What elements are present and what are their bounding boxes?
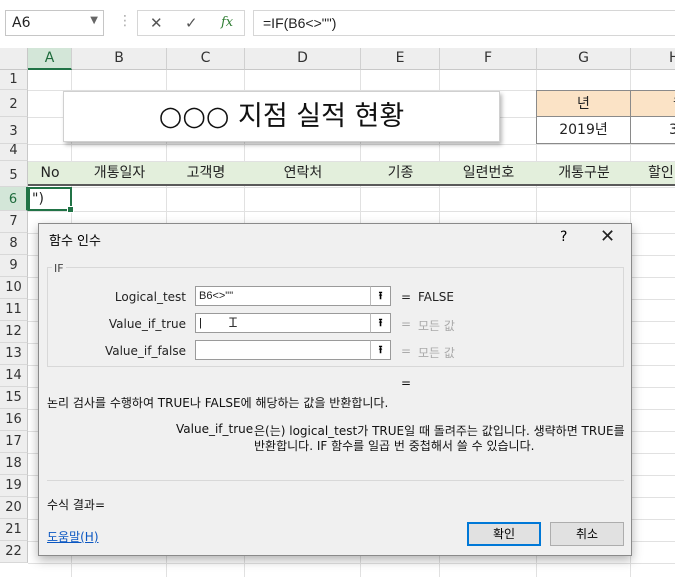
table-header-customer[interactable]: 고객명 — [167, 162, 245, 184]
table-header-no[interactable]: No — [28, 162, 72, 184]
row-header-20[interactable]: 20 — [0, 497, 28, 519]
close-icon[interactable]: ✕ — [600, 226, 615, 247]
chevron-down-icon[interactable]: ▼ — [90, 15, 98, 26]
function-result-equals: = — [401, 376, 412, 390]
row-header-8[interactable]: 8 — [0, 233, 28, 255]
argument-desc-line2: 반환합니다. IF 함수를 일곱 번 중첩해서 쓸 수 있습니다. — [254, 439, 535, 453]
formula-tools: ✕ ✓ fx — [137, 10, 245, 36]
row-header-2[interactable]: 2 — [0, 90, 28, 117]
value-if-true-result: 모든 값 — [418, 319, 455, 333]
column-header-h[interactable]: H — [631, 48, 675, 70]
logical-test-input[interactable]: B6<>"" — [195, 286, 391, 306]
column-header-b[interactable]: B — [72, 48, 167, 70]
row-header-14[interactable]: 14 — [0, 365, 28, 387]
column-header-g[interactable]: G — [537, 48, 631, 70]
value-if-true-equals: = — [401, 317, 412, 331]
logical-test-equals: = — [401, 290, 412, 304]
row-header-21[interactable]: 21 — [0, 519, 28, 541]
row-header-11[interactable]: 11 — [0, 299, 28, 321]
row-header-5[interactable]: 5 — [0, 161, 28, 187]
year-value-cell[interactable]: 2019년 — [536, 116, 631, 144]
logical-test-label: Logical_test — [114, 290, 186, 304]
table-header-type[interactable]: 개통구분 — [537, 162, 631, 184]
month-header-cell[interactable]: 월 — [630, 90, 675, 117]
formula-text: =IF(B6<>"") — [263, 15, 337, 31]
column-header-c[interactable]: C — [167, 48, 245, 70]
value-if-false-equals: = — [401, 344, 412, 358]
active-cell-a6[interactable]: ") — [28, 187, 74, 213]
year-header-cell[interactable]: 년 — [536, 90, 631, 117]
value-if-false-label: Value_if_false — [104, 344, 186, 358]
collapse-dialog-icon[interactable]: ⭱ — [370, 340, 391, 360]
argument-desc-label: Value_if_true — [176, 422, 254, 436]
formula-result-label: 수식 결과= — [47, 498, 106, 512]
text-cursor-icon: Ꮖ — [229, 315, 238, 330]
table-header-model[interactable]: 기종 — [361, 162, 440, 184]
active-cell-text: ") — [32, 191, 44, 207]
table-header-serial[interactable]: 일련번호 — [440, 162, 537, 184]
formula-input[interactable]: =IF(B6<>"") — [253, 10, 675, 36]
sheet-title: ○○○ 지점 실적 현황 — [63, 91, 500, 142]
row-header-6[interactable]: 6 — [0, 187, 28, 211]
column-header-d[interactable]: D — [245, 48, 361, 70]
function-name: IF — [52, 262, 66, 275]
row-header-1[interactable]: 1 — [0, 70, 28, 90]
value-if-false-input[interactable] — [195, 340, 391, 360]
cancel-button[interactable]: 취소 — [550, 522, 624, 546]
dialog-title: 함수 인수 — [49, 234, 101, 249]
row-header-12[interactable]: 12 — [0, 321, 28, 343]
row-header-3[interactable]: 3 — [0, 117, 28, 144]
value-if-true-input[interactable]: | Ꮖ — [195, 313, 391, 333]
collapse-dialog-icon[interactable]: ⭱ — [370, 286, 391, 306]
row-header-22[interactable]: 22 — [0, 541, 28, 563]
month-value-cell[interactable]: 3 — [630, 116, 675, 144]
logical-test-result: FALSE — [418, 290, 454, 304]
divider — [47, 480, 624, 481]
enter-icon[interactable]: ✓ — [185, 14, 198, 32]
collapse-dialog-icon[interactable]: ⭱ — [370, 313, 391, 333]
select-all-corner[interactable] — [0, 48, 28, 70]
row-header-15[interactable]: 15 — [0, 387, 28, 409]
row-header-13[interactable]: 13 — [0, 343, 28, 365]
row-header-17[interactable]: 17 — [0, 431, 28, 453]
function-arguments-dialog: 함수 인수 ? ✕ IF Logical_test B6<>"" ⭱ = FAL… — [38, 223, 632, 556]
value-if-false-result: 모든 값 — [418, 346, 455, 360]
formula-bar: A6 ▼ ⋮ ✕ ✓ fx =IF(B6<>"") — [0, 0, 675, 49]
insert-function-icon[interactable]: fx — [221, 15, 233, 30]
row-header-19[interactable]: 19 — [0, 475, 28, 497]
table-header-discount[interactable]: 할인 — [631, 162, 675, 184]
help-link[interactable]: 도움말(H) — [47, 528, 99, 545]
column-header-a[interactable]: A — [28, 48, 72, 70]
help-icon[interactable]: ? — [560, 229, 567, 245]
row-header-9[interactable]: 9 — [0, 255, 28, 277]
cancel-icon[interactable]: ✕ — [150, 14, 163, 32]
row-header-18[interactable]: 18 — [0, 453, 28, 475]
row-header-7[interactable]: 7 — [0, 211, 28, 233]
name-box-value: A6 — [12, 15, 31, 31]
function-description: 논리 검사를 수행하여 TRUE나 FALSE에 해당하는 값을 반환합니다. — [47, 396, 389, 410]
fill-handle[interactable] — [67, 206, 74, 213]
row-header-4[interactable]: 4 — [0, 144, 28, 161]
more-icon[interactable]: ⋮ — [118, 13, 132, 29]
row-header-16[interactable]: 16 — [0, 409, 28, 431]
ok-button[interactable]: 확인 — [467, 522, 541, 546]
column-header-e[interactable]: E — [361, 48, 440, 70]
column-header-f[interactable]: F — [440, 48, 537, 70]
value-if-true-label: Value_if_true — [108, 317, 186, 331]
table-header-contact[interactable]: 연락처 — [245, 162, 361, 184]
row-header-10[interactable]: 10 — [0, 277, 28, 299]
table-header-date[interactable]: 개통일자 — [72, 162, 167, 184]
name-box[interactable]: A6 ▼ — [5, 10, 104, 36]
